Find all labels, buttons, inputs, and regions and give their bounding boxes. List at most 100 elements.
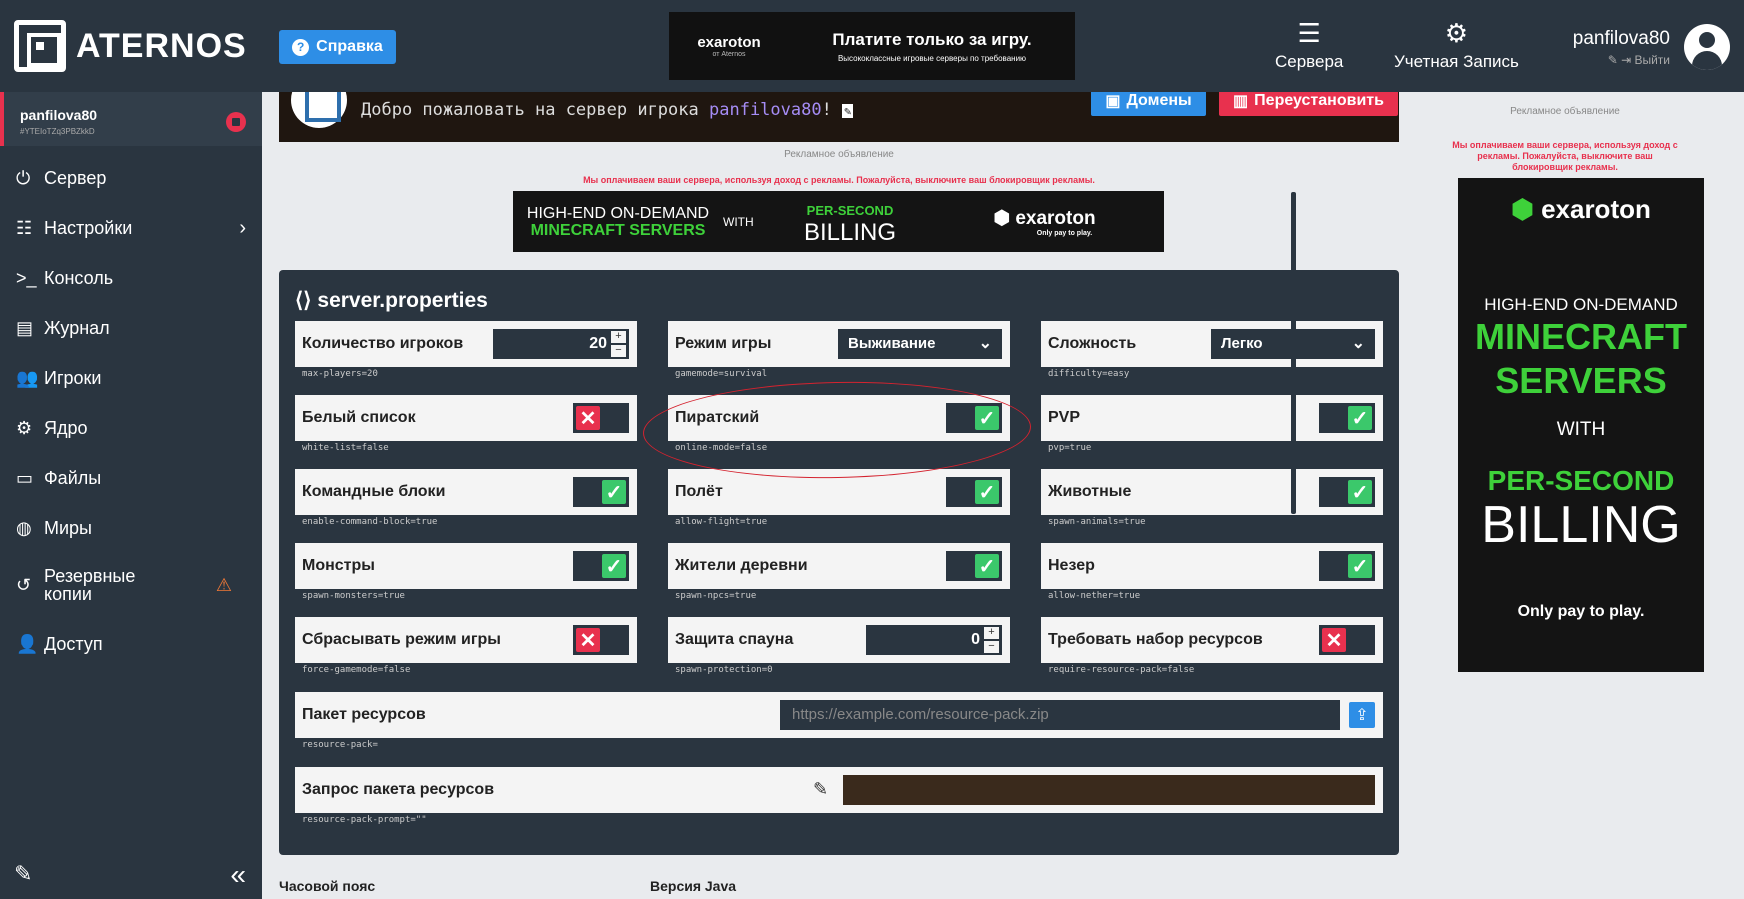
- domain-icon: ▣: [1105, 93, 1121, 110]
- require-pack-toggle[interactable]: ✕: [1319, 625, 1375, 655]
- sidebar-item-access[interactable]: 👤 Доступ: [0, 624, 262, 664]
- username: panfilova80: [1572, 28, 1670, 49]
- check-icon: ✓: [975, 480, 999, 504]
- user-box: panfilova80 ✎ ⇥ Выйти: [1573, 28, 1670, 67]
- aternos-logo[interactable]: ATERNOS: [14, 20, 247, 72]
- top-banner-ad[interactable]: exaroton от Aternos Платите только за игр…: [669, 12, 1075, 80]
- sidebar-item-worlds[interactable]: ◍ Миры: [0, 508, 262, 548]
- edit-name-icon[interactable]: ✎: [842, 104, 854, 118]
- chevron-down-icon: ⌄: [978, 335, 992, 352]
- welcome-text: Добро пожаловать на сервер игрока panfil…: [361, 100, 854, 120]
- resource-pack-prompt-field[interactable]: [843, 775, 1375, 805]
- server-status-icon: [226, 112, 246, 132]
- prop-npcs: Жители деревни ✓ spawn-npcs=true: [668, 543, 1010, 603]
- upload-icon[interactable]: ⇪: [1349, 702, 1375, 728]
- x-icon: ✕: [1322, 628, 1346, 652]
- panel-title: ⟨⟩ server.properties: [295, 289, 488, 312]
- gamemode-select[interactable]: Выживание ⌄: [838, 329, 1002, 359]
- server-icon: ☰: [1297, 18, 1321, 48]
- nav-servers[interactable]: ☰ Сервера: [1275, 18, 1343, 72]
- resource-pack-input[interactable]: https://example.com/resource-pack.zip: [780, 700, 1340, 730]
- check-icon: ✓: [1348, 406, 1372, 430]
- force-gamemode-toggle[interactable]: ✕: [573, 625, 629, 655]
- terminal-icon: >_: [16, 267, 37, 288]
- monsters-toggle[interactable]: ✓: [573, 551, 629, 581]
- ad-label: Рекламное объявление: [784, 149, 894, 160]
- history-icon: ↺: [16, 575, 32, 595]
- edit-pencil-icon[interactable]: ✎: [14, 861, 32, 887]
- ad-headline: Платите только за игру. Высококлассные иг…: [832, 29, 1032, 63]
- server-properties-panel: ⟨⟩ server.properties Количество игроков 2…: [279, 270, 1399, 855]
- scrollbar[interactable]: [1291, 192, 1296, 514]
- sidebar-item-console[interactable]: >_ Консоль: [0, 258, 262, 298]
- nether-toggle[interactable]: ✓: [1319, 551, 1375, 581]
- collapse-sidebar-icon[interactable]: «: [230, 859, 246, 891]
- prop-flight: Полёт ✓ allow-flight=true: [668, 469, 1010, 529]
- minus-icon[interactable]: −: [984, 641, 999, 653]
- question-icon: ?: [292, 38, 310, 56]
- spawn-protection-stepper[interactable]: 0 + −: [866, 625, 1002, 655]
- sidebar-item-settings[interactable]: ☷ Настройки ›: [0, 208, 262, 248]
- plus-icon[interactable]: +: [984, 627, 999, 639]
- exaroton-logo-icon: ⬢: [993, 207, 1016, 229]
- reinstall-button[interactable]: ▥ Переустановить: [1219, 92, 1398, 116]
- sidebar-item-software[interactable]: ⚙ Ядро: [0, 408, 262, 448]
- welcome-banner: Добро пожаловать на сервер игрока panfil…: [279, 92, 1399, 142]
- logo-text: ATERNOS: [76, 26, 247, 65]
- prop-monsters: Монстры ✓ spawn-monsters=true: [295, 543, 637, 603]
- prop-whitelist: Белый список ✕ white-list=false: [295, 395, 637, 455]
- reinstall-icon: ▥: [1233, 93, 1249, 110]
- exaroton-logo-icon: ⬢: [1511, 194, 1542, 224]
- users-icon: 👥: [16, 367, 39, 388]
- avatar[interactable]: [1684, 24, 1730, 70]
- domains-button[interactable]: ▣ Домены: [1091, 92, 1206, 116]
- java-version-label: Версия Java: [650, 878, 737, 894]
- prop-resource-pack-prompt: Запрос пакета ресурсов ✎ resource-pack-p…: [295, 767, 1383, 827]
- timezone-label: Часовой пояс: [279, 878, 376, 894]
- npcs-toggle[interactable]: ✓: [946, 551, 1002, 581]
- minus-icon[interactable]: −: [611, 345, 626, 357]
- plus-icon[interactable]: +: [611, 331, 626, 343]
- check-icon: ✓: [602, 480, 626, 504]
- pvp-toggle[interactable]: ✓: [1319, 403, 1375, 433]
- sidebar-item-backups[interactable]: ↺ Резервные копии ⚠: [0, 558, 262, 612]
- flight-toggle[interactable]: ✓: [946, 477, 1002, 507]
- prop-pvp: PVP ✓ pvp=true: [1041, 395, 1383, 455]
- server-id: #YTEIoTZq3PBZkkD: [20, 127, 95, 136]
- sidebar-item-log[interactable]: ▤ Журнал: [0, 308, 262, 348]
- sidebar-item-server[interactable]: ⏻ Сервер: [0, 158, 262, 198]
- max-players-stepper[interactable]: 20 + −: [493, 329, 629, 359]
- chevron-right-icon: ›: [239, 216, 246, 239]
- check-icon: ✓: [602, 554, 626, 578]
- check-icon: ✓: [975, 554, 999, 578]
- help-button[interactable]: ? Справка: [279, 30, 396, 64]
- sliders-icon: ☷: [16, 217, 33, 238]
- command-blocks-toggle[interactable]: ✓: [573, 477, 629, 507]
- gears-icon: ⚙: [16, 417, 33, 438]
- pencil-icon[interactable]: ✎: [813, 779, 828, 800]
- sidebar-item-files[interactable]: ▭ Файлы: [0, 458, 262, 498]
- power-icon: ⏻: [16, 167, 31, 188]
- prop-nether: Незер ✓ allow-nether=true: [1041, 543, 1383, 603]
- warning-icon: ⚠: [215, 575, 232, 595]
- prop-animals: Животные ✓ spawn-animals=true: [1041, 469, 1383, 529]
- prop-gamemode: Режим игры Выживание ⌄ gamemode=survival: [668, 321, 1010, 381]
- prop-resource-pack: Пакет ресурсов https://example.com/resou…: [295, 692, 1383, 752]
- right-banner-ad[interactable]: ⬢ exaroton HIGH-END ON-DEMAND MINECRAFT …: [1458, 178, 1704, 672]
- globe-icon: ◍: [16, 517, 32, 538]
- server-header[interactable]: panfilova80 #YTEIoTZq3PBZkkD: [0, 92, 262, 146]
- x-icon: ✕: [576, 406, 600, 430]
- prop-force-gamemode: Сбрасывать режим игры ✕ force-gamemode=f…: [295, 617, 637, 677]
- whitelist-toggle[interactable]: ✕: [573, 403, 629, 433]
- check-icon: ✓: [1348, 554, 1372, 578]
- middle-banner-ad[interactable]: HIGH-END ON-DEMAND MINECRAFT SERVERS WITH…: [513, 191, 1164, 252]
- server-avatar: [291, 92, 347, 128]
- nav-account[interactable]: ⚙ Учетная Запись: [1394, 18, 1519, 72]
- check-icon: ✓: [1348, 480, 1372, 504]
- animals-toggle[interactable]: ✓: [1319, 477, 1375, 507]
- logout-link[interactable]: ✎ ⇥ Выйти: [1573, 53, 1670, 67]
- code-file-icon: ⟨⟩: [295, 289, 312, 312]
- sidebar-item-players[interactable]: 👥 Игроки: [0, 358, 262, 398]
- prop-spawn-protection: Защита спауна 0 + − spawn-protection=0: [668, 617, 1010, 677]
- x-icon: ✕: [576, 628, 600, 652]
